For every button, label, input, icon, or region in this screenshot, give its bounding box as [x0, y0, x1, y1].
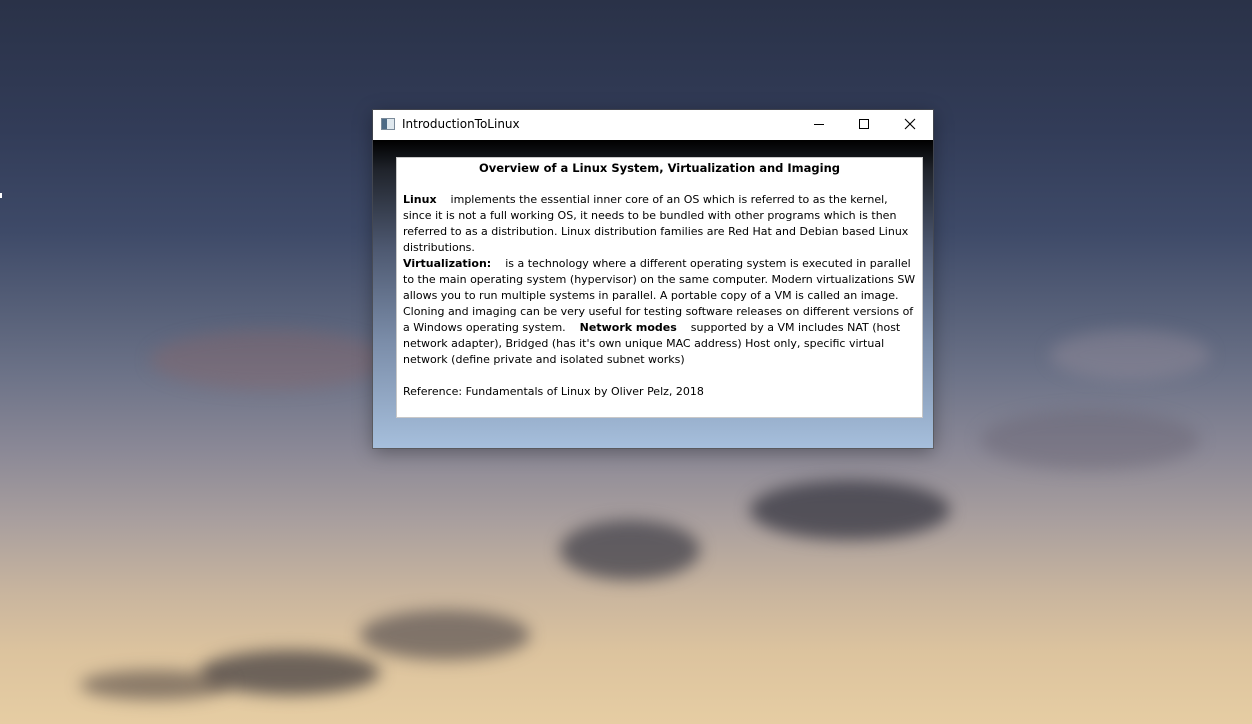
- page-heading: Overview of a Linux System, Virtualizati…: [478, 161, 841, 175]
- wallpaper-cloud: [560, 520, 700, 580]
- title-bar[interactable]: IntroductionToLinux: [373, 110, 933, 140]
- network-modes-term: Network modes: [579, 321, 677, 334]
- maximize-button[interactable]: [841, 110, 887, 140]
- body-text: Linux implements the essential inner cor…: [403, 192, 916, 368]
- reference-text: Reference: Fundamentals of Linux by Oliv…: [403, 385, 704, 398]
- app-icon: [381, 118, 395, 130]
- minimize-icon: [814, 124, 824, 125]
- linux-term: Linux: [403, 193, 437, 206]
- desktop-wallpaper: IntroductionToLinux Overview of a Linux …: [0, 0, 1252, 724]
- linux-description: implements the essential inner core of a…: [403, 193, 909, 254]
- window-client-area: Overview of a Linux System, Virtualizati…: [373, 140, 933, 448]
- wallpaper-cloud: [80, 670, 230, 700]
- content-panel: Overview of a Linux System, Virtualizati…: [396, 157, 923, 418]
- wallpaper-cloud: [1050, 330, 1210, 380]
- wallpaper-cloud: [360, 610, 530, 660]
- minimize-button[interactable]: [796, 110, 842, 140]
- wallpaper-cloud: [980, 410, 1200, 470]
- window-title: IntroductionToLinux: [402, 117, 520, 131]
- maximize-icon: [859, 119, 869, 129]
- close-icon: [904, 118, 916, 130]
- close-button[interactable]: [887, 110, 933, 140]
- cursor-fragment: [0, 193, 2, 198]
- app-window[interactable]: IntroductionToLinux Overview of a Linux …: [373, 110, 933, 448]
- wallpaper-cloud: [750, 480, 950, 540]
- wallpaper-cloud: [150, 330, 390, 390]
- virtualization-term: Virtualization:: [403, 257, 492, 270]
